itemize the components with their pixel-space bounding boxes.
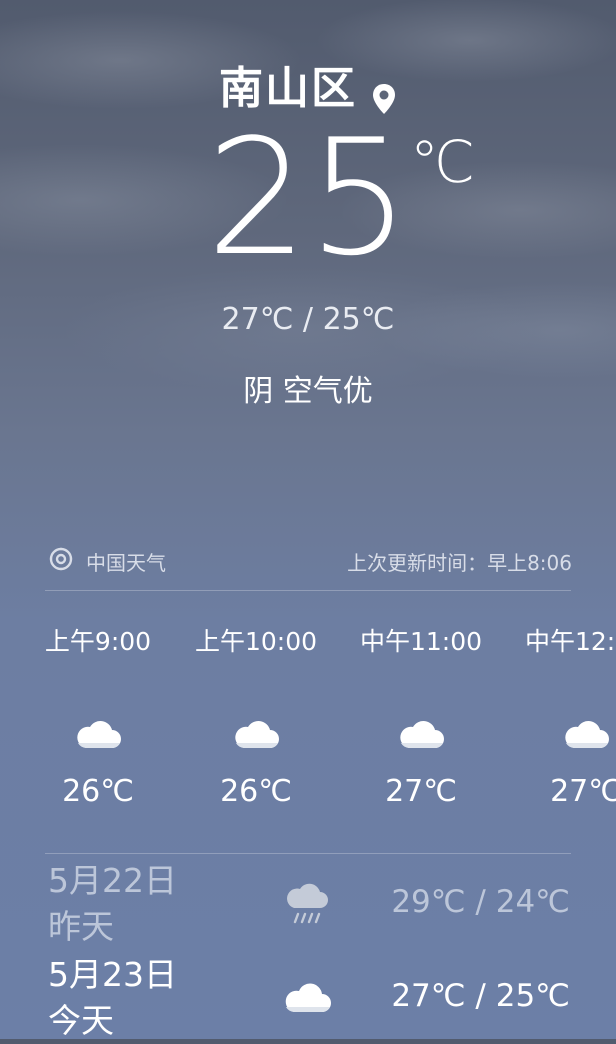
cloud-icon — [562, 716, 610, 752]
data-source-row: 中国天气 上次更新时间：早上8:06 — [48, 544, 572, 578]
temperature-unit: ℃ — [410, 128, 476, 196]
hourly-item[interactable]: 中午12:00 27℃ — [511, 622, 616, 809]
china-weather-logo-icon — [48, 546, 74, 572]
cloud-icon — [282, 980, 334, 1020]
current-temperature: 25 — [206, 104, 410, 291]
source-name: 中国天气 — [86, 551, 166, 575]
cloud-icon — [232, 716, 280, 752]
hourly-time: 上午10:00 — [194, 627, 318, 656]
hourly-temperature: 26℃ — [62, 774, 134, 809]
weather-condition: 阴 空气优 — [243, 374, 373, 409]
hourly-item[interactable]: 上午10:00 26℃ — [181, 622, 331, 809]
hourly-time: 上午9:00 — [44, 627, 152, 656]
hourly-time: 中午11:00 — [359, 627, 483, 656]
hourly-item[interactable]: 中午11:00 27℃ — [346, 622, 496, 809]
daily-day-label: 今天 — [48, 1001, 114, 1040]
hourly-temperature: 27℃ — [385, 774, 457, 809]
hourly-item-clipped-container: 中午12:00 27℃ — [511, 622, 616, 822]
rain-cloud-icon — [282, 882, 334, 930]
divider — [45, 853, 571, 854]
hourly-item[interactable]: 上午9:00 26℃ — [23, 622, 173, 809]
divider — [45, 590, 571, 591]
daily-date: 5月23日 — [48, 955, 177, 994]
daily-date: 5月22日 — [48, 861, 177, 900]
last-updated-time: 上次更新时间：早上8:06 — [347, 551, 572, 575]
daily-temperature-range: 27℃ / 25℃ — [391, 978, 570, 1014]
today-temperature-range: 27℃ / 25℃ — [221, 302, 395, 337]
hourly-temperature: 27℃ — [550, 774, 616, 809]
daily-temperature-range: 29℃ / 24℃ — [391, 884, 570, 920]
hourly-time: 中午12:00 — [524, 627, 616, 656]
cloud-icon — [397, 716, 445, 752]
cloud-icon — [74, 716, 122, 752]
daily-row-today[interactable]: 5月23日 今天 27℃ / 25℃ — [0, 950, 616, 1040]
location-pin-icon — [371, 75, 397, 114]
daily-day-label: 昨天 — [48, 907, 114, 946]
hourly-temperature: 26℃ — [220, 774, 292, 809]
daily-row-yesterday[interactable]: 5月22日 昨天 29℃ / 24℃ — [0, 856, 616, 948]
